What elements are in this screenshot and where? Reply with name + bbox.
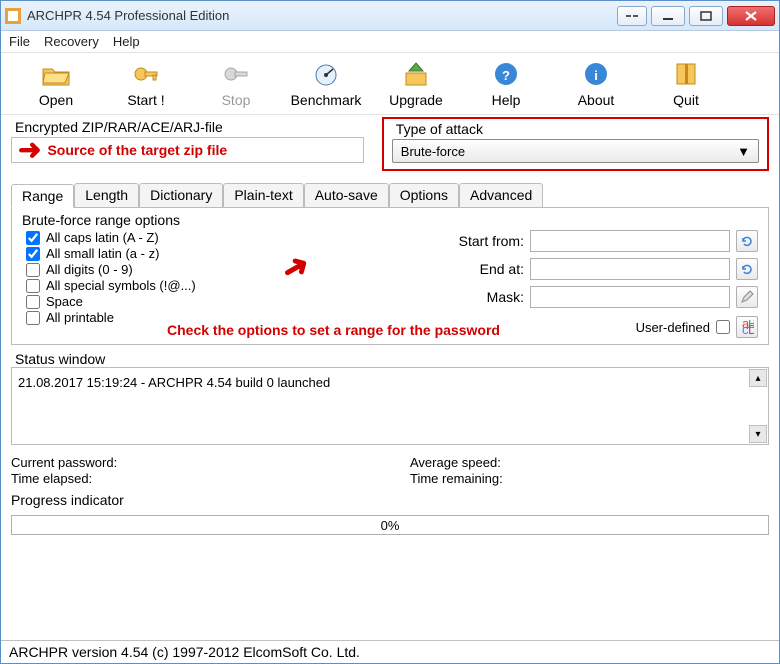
stats: Current password: Time elapsed: Average … [11,455,769,486]
folder-open-icon [41,59,71,89]
mask-input[interactable] [530,286,730,308]
end-label: End at: [444,261,524,277]
mask-label: Mask: [444,289,524,305]
range-title: Brute-force range options [22,212,758,228]
toolbar-help[interactable]: ? Help [461,59,551,108]
upgrade-icon [401,59,431,89]
progress-bar: 0% [11,515,769,535]
toolbar-stop: Stop [191,59,281,108]
svg-text:i: i [594,68,598,83]
chevron-down-icon: ▾ [755,429,760,440]
statusbar: ARCHPR version 4.54 (c) 1997-2012 ElcomS… [1,640,779,663]
key-icon [131,59,161,89]
check-digits[interactable]: All digits (0 - 9) [26,262,196,277]
menubar: File Recovery Help [1,31,779,53]
toolbar: Open Start ! Stop Benchmark Upgrade ? He… [1,53,779,115]
info-icon: i [581,59,611,89]
toolbar-start[interactable]: Start ! [101,59,191,108]
svg-text:?: ? [502,68,510,83]
current-password-label: Current password: [11,455,370,470]
key-stop-icon [221,59,251,89]
toolbar-upgrade[interactable]: Upgrade [371,59,461,108]
annotation-arrow-icon: ➜ [18,141,41,159]
range-pane: Brute-force range options All caps latin… [11,208,769,345]
file-input[interactable]: ➜ Source of the target zip file [11,137,364,163]
start-input[interactable] [530,230,730,252]
file-label: Encrypted ZIP/RAR/ACE/ARJ-file [15,119,364,135]
scroll-down-button[interactable]: ▾ [749,425,767,443]
check-special[interactable]: All special symbols (!@...) [26,278,196,293]
attack-value: Brute-force [401,144,465,159]
app-icon [5,8,21,24]
edit-icon [740,290,754,304]
annotation-range-text: Check the options to set a range for the… [167,322,500,338]
svg-text:D: D [748,322,754,334]
check-space[interactable]: Space [26,294,196,309]
window-title: ARCHPR 4.54 Professional Edition [27,8,617,23]
app-window: ARCHPR 4.54 Professional Edition File Re… [0,0,780,664]
progress-label: Progress indicator [11,492,769,508]
scroll-up-button[interactable]: ▴ [749,369,767,387]
userdef-checkbox[interactable] [716,320,730,334]
menu-help[interactable]: Help [113,34,140,49]
toolbar-benchmark[interactable]: Benchmark [281,59,371,108]
start-label: Start from: [444,233,524,249]
status-label: Status window [15,351,769,367]
userdef-button[interactable]: aBcD [736,316,758,338]
chevron-down-icon: ▼ [737,144,750,159]
average-speed-label: Average speed: [410,455,769,470]
close-button[interactable] [727,6,775,26]
gauge-icon [311,59,341,89]
annotation-file-text: Source of the target zip file [47,142,227,158]
maximize-button[interactable] [689,6,723,26]
menu-recovery[interactable]: Recovery [44,34,99,49]
start-action-button[interactable] [736,230,758,252]
titlebar: ARCHPR 4.54 Professional Edition [1,1,779,31]
check-small[interactable]: All small latin (a - z) [26,246,196,261]
toolbar-open[interactable]: Open [11,59,101,108]
tab-length[interactable]: Length [74,183,139,207]
minimize-button[interactable] [651,6,685,26]
maximize-icon [700,11,712,21]
tab-dictionary[interactable]: Dictionary [139,183,223,207]
close-icon [744,10,758,22]
minimize-aux-button[interactable] [617,6,647,26]
refresh-icon [740,234,754,248]
tab-options[interactable]: Options [389,183,459,207]
chevron-up-icon: ▴ [755,373,760,384]
tab-autosave[interactable]: Auto-save [304,183,389,207]
menu-file[interactable]: File [9,34,30,49]
attack-select[interactable]: Brute-force ▼ [392,139,759,163]
end-action-button[interactable] [736,258,758,280]
tab-advanced[interactable]: Advanced [459,183,543,207]
charset-icon: aBcD [740,320,754,334]
help-icon: ? [491,59,521,89]
status-window: 21.08.2017 15:19:24 - ARCHPR 4.54 build … [11,367,769,445]
check-caps[interactable]: All caps latin (A - Z) [26,230,196,245]
tab-plaintext[interactable]: Plain-text [223,183,303,207]
progress-value: 0% [381,518,400,533]
mask-action-button[interactable] [736,286,758,308]
toolbar-about[interactable]: i About [551,59,641,108]
end-input[interactable] [530,258,730,280]
status-line: 21.08.2017 15:19:24 - ARCHPR 4.54 build … [18,375,330,390]
userdef-label: User-defined [636,320,710,335]
dash-icon [625,12,639,20]
refresh-icon [740,262,754,276]
tab-range[interactable]: Range [11,184,74,208]
toolbar-quit[interactable]: Quit [641,59,731,108]
attack-label: Type of attack [396,121,759,137]
time-elapsed-label: Time elapsed: [11,471,370,486]
time-remaining-label: Time remaining: [410,471,769,486]
minimize-icon [662,11,674,21]
tabs: Range Length Dictionary Plain-text Auto-… [11,183,769,208]
quit-icon [671,59,701,89]
